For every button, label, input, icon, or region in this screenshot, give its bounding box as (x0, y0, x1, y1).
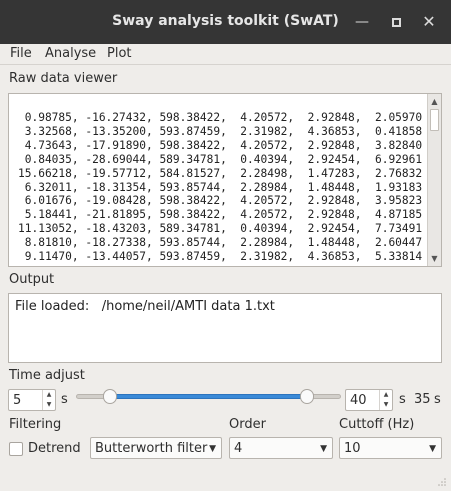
raw-data-line: 0.84035, -28.69044, 589.34781, 0.40394, … (18, 152, 423, 166)
raw-data-viewer[interactable]: 0.98785, -16.27432, 598.38422, 4.20572, … (8, 93, 442, 267)
slider-end-handle[interactable] (300, 389, 314, 404)
output-text: File loaded: /home/neil/AMTI data 1.txt (15, 299, 275, 314)
menu-analyse[interactable]: Analyse (45, 46, 96, 61)
scroll-thumb[interactable] (430, 109, 439, 131)
raw-data-line: 3.32568, -13.35200, 593.87459, 2.31982, … (18, 124, 423, 138)
output-label: Output (9, 272, 55, 287)
minimize-button[interactable]: — (350, 11, 374, 33)
menu-bar: File Analyse Plot (0, 44, 451, 64)
end-time-value: 40 (350, 393, 367, 408)
start-time-up-icon[interactable]: ▲ (43, 390, 55, 400)
slider-start-handle[interactable] (103, 389, 117, 404)
close-button[interactable]: ✕ (417, 11, 441, 33)
cutoff-label: Cuttoff (Hz) (339, 417, 415, 432)
chevron-down-icon: ▼ (320, 444, 327, 454)
menu-file[interactable]: File (10, 46, 32, 61)
menu-separator (0, 64, 451, 65)
start-time-down-icon[interactable]: ▼ (43, 400, 55, 410)
slider-range-fill (110, 394, 307, 399)
detrend-checkbox[interactable] (9, 442, 23, 456)
chevron-down-icon: ▼ (209, 444, 216, 454)
minimize-icon: — (355, 14, 369, 30)
cutoff-dropdown[interactable]: 10 ▼ (339, 437, 442, 459)
raw-data-line: 6.01676, -19.08428, 598.38422, 4.20572, … (18, 194, 423, 208)
close-icon: ✕ (422, 12, 436, 31)
raw-data-line: 6.32011, -18.31354, 593.85744, 2.28984, … (18, 180, 423, 194)
order-label: Order (229, 417, 266, 432)
end-time-up-icon[interactable]: ▲ (380, 390, 392, 400)
raw-data-line: 8.81810, -18.27338, 593.85744, 2.28984, … (18, 236, 423, 250)
menu-plot[interactable]: Plot (107, 46, 132, 61)
maximize-button[interactable] (384, 11, 408, 33)
start-time-unit: s (61, 392, 68, 407)
end-time-spinbox[interactable]: 40 ▲ ▼ (345, 389, 393, 411)
chevron-down-icon: ▼ (429, 444, 436, 454)
order-value: 4 (234, 441, 243, 456)
order-dropdown[interactable]: 4 ▼ (229, 437, 333, 459)
scroll-down-icon[interactable]: ▼ (428, 252, 441, 265)
end-time-down-icon[interactable]: ▼ (380, 400, 392, 410)
raw-data-line: 11.13052, -18.43203, 589.34781, 0.40394,… (18, 222, 423, 236)
cutoff-value: 10 (344, 441, 361, 456)
raw-data-line: 15.66218, -19.57712, 584.81527, 2.28498,… (18, 166, 423, 180)
raw-data-text: 0.98785, -16.27432, 598.38422, 4.20572, … (18, 111, 422, 264)
raw-data-scrollbar[interactable]: ▲ ▼ (427, 94, 441, 266)
scroll-up-icon[interactable]: ▲ (428, 95, 441, 108)
detrend-label: Detrend (28, 441, 81, 456)
time-range-slider[interactable] (76, 389, 341, 405)
raw-data-label: Raw data viewer (9, 71, 118, 86)
duration-value: 35 (414, 392, 431, 407)
output-box[interactable]: File loaded: /home/neil/AMTI data 1.txt (8, 293, 442, 363)
raw-data-line: 5.18441, -21.81895, 598.38422, 4.20572, … (18, 208, 423, 222)
filter-type-dropdown[interactable]: Butterworth filter ▼ (90, 437, 222, 459)
filter-type-value: Butterworth filter (95, 441, 208, 456)
raw-data-line: 0.98785, -16.27432, 598.38422, 4.20572, … (18, 111, 423, 124)
time-adjust-label: Time adjust (9, 368, 85, 383)
resize-grip-icon[interactable] (437, 477, 447, 487)
maximize-icon (391, 17, 401, 27)
start-time-value: 5 (13, 393, 22, 408)
raw-data-line: 9.11470, -13.44057, 593.87459, 2.31982, … (18, 250, 423, 264)
raw-data-line: 4.73643, -17.91890, 598.38422, 4.20572, … (18, 138, 423, 152)
title-bar: Sway analysis toolkit (SwAT) — ✕ (0, 0, 451, 44)
start-time-spinbox[interactable]: 5 ▲ ▼ (8, 389, 56, 411)
end-time-unit: s (399, 392, 406, 407)
duration-unit: s (434, 392, 441, 407)
filtering-label: Filtering (9, 417, 62, 432)
